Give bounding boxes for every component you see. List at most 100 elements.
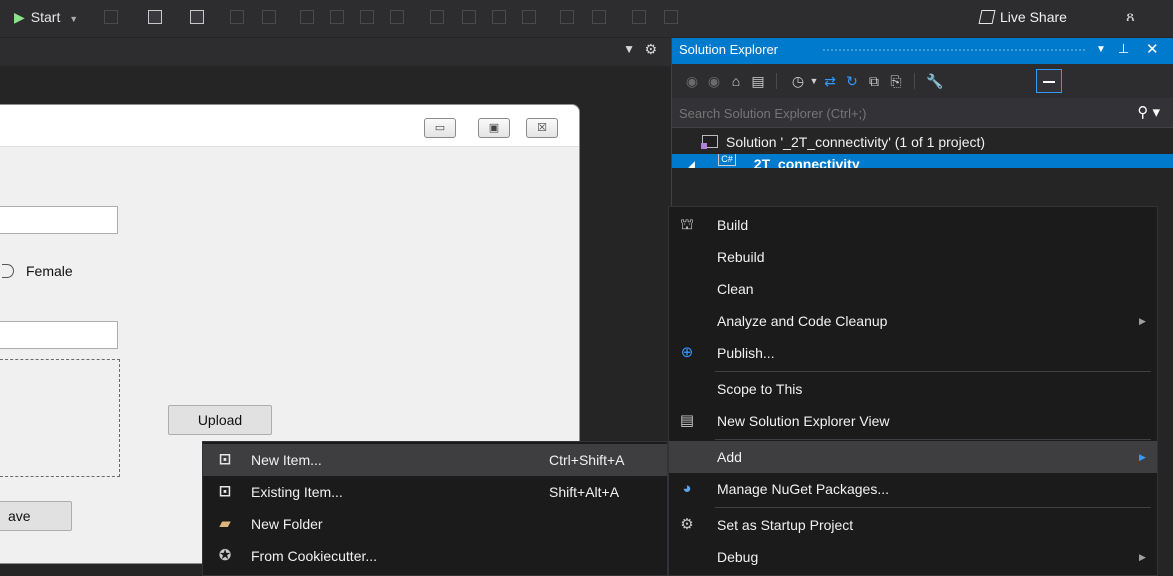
home-icon[interactable]: ⌂: [728, 73, 744, 89]
menu-item-clean[interactable]: Clean: [669, 273, 1157, 305]
radio-female[interactable]: Female: [2, 263, 73, 279]
form-title-bar: ▭ ▣ ☒: [0, 105, 579, 147]
project-node[interactable]: ◢ C# _2T_connectivity: [672, 154, 1173, 168]
save-button[interactable]: ave: [0, 501, 72, 531]
vertical-spacing-icon[interactable]: [592, 10, 606, 24]
solution-node-label: Solution '_2T_connectivity' (1 of 1 proj…: [726, 134, 986, 150]
menu-item-new-folder-label: New Folder: [251, 516, 323, 532]
browse-icon[interactable]: [148, 10, 162, 24]
menu-item-add[interactable]: Add ▶: [669, 441, 1157, 473]
align-right-icon[interactable]: [300, 10, 314, 24]
menu-item-new-item[interactable]: ⊡ New Item... Ctrl+Shift+A: [203, 444, 667, 476]
menu-item-publish[interactable]: ⊕ Publish...: [669, 337, 1157, 369]
cookiecutter-icon: ✪: [218, 547, 232, 564]
settings-gear-icon[interactable]: ⚙: [644, 41, 657, 58]
picture-box[interactable]: [0, 359, 120, 477]
menu-item-scope-to-this[interactable]: Scope to This: [669, 373, 1157, 405]
hot-reload-icon[interactable]: [104, 10, 118, 24]
solution-icon: [701, 135, 718, 149]
menu-item-from-cookiecutter[interactable]: ✪ From Cookiecutter...: [203, 540, 667, 572]
preview-selected-items-icon[interactable]: [1036, 69, 1062, 93]
properties-wrench-icon[interactable]: 🔧: [926, 73, 943, 89]
project-context-menu: ⛫ Build Rebuild Clean Analyze and Code C…: [668, 206, 1158, 576]
menu-item-debug-label: Debug: [717, 549, 759, 565]
make-same-width-icon[interactable]: [430, 10, 444, 24]
designer-tab-bar: ▼ ⚙: [0, 38, 671, 66]
pending-changes-filter-icon[interactable]: ◷: [790, 73, 806, 89]
csharp-project-icon: C#: [718, 154, 736, 166]
title-grip: [822, 48, 1087, 53]
search-input[interactable]: [672, 98, 1132, 128]
sync-icon[interactable]: ⇄: [822, 73, 838, 89]
menu-item-analyze-and-code-cleanup[interactable]: Analyze and Code Cleanup ▶: [669, 305, 1157, 337]
menu-item-new-view-label: New Solution Explorer View: [717, 413, 890, 429]
menu-item-existing-item[interactable]: ⊡ Existing Item... Shift+Alt+A: [203, 476, 667, 508]
name-textbox[interactable]: [0, 206, 118, 234]
project-node-label: _2T_connectivity: [746, 156, 860, 168]
home-icon[interactable]: [190, 10, 204, 24]
tab-dropdown-icon[interactable]: ▼: [623, 42, 635, 56]
make-same-height-icon[interactable]: [462, 10, 476, 24]
size-to-grid-icon[interactable]: [522, 10, 536, 24]
gear-icon: ⚙: [680, 516, 694, 533]
menu-item-clean-label: Clean: [717, 281, 754, 297]
filter-dropdown-icon[interactable]: ▼: [806, 73, 822, 89]
play-icon: ▶: [14, 9, 25, 25]
maximize-icon[interactable]: ▣: [478, 118, 510, 138]
make-same-size-icon[interactable]: [492, 10, 506, 24]
menu-item-new-item-label: New Item...: [251, 452, 322, 468]
menu-item-analyze-label: Analyze and Code Cleanup: [717, 313, 888, 329]
second-textbox[interactable]: [0, 321, 118, 349]
build-icon: ⛫: [680, 216, 694, 233]
close-panel-icon[interactable]: ✕: [1146, 40, 1159, 58]
radio-female-label: Female: [26, 263, 73, 279]
live-share-button[interactable]: Live Share: [978, 9, 1067, 25]
switch-views-icon[interactable]: ▤: [750, 73, 766, 89]
start-dropdown-icon[interactable]: ▼: [69, 14, 78, 24]
pin-icon[interactable]: ⊥: [1118, 41, 1129, 57]
menu-item-new-solution-explorer-view[interactable]: ▤ New Solution Explorer View: [669, 405, 1157, 437]
solution-explorer-search[interactable]: ⚲ ▾: [672, 98, 1173, 128]
menu-item-add-label: Add: [717, 449, 742, 465]
toolbar-separator: [914, 73, 915, 89]
submenu-arrow-icon: ▶: [1139, 452, 1146, 462]
start-button[interactable]: ▶ Start ▼: [14, 9, 78, 26]
close-icon[interactable]: ☒: [526, 118, 558, 138]
align-left-icon[interactable]: [230, 10, 244, 24]
toolbar-separator: [776, 73, 777, 89]
center-vertically-icon[interactable]: [664, 10, 678, 24]
account-icon[interactable]: ጸ: [1126, 8, 1135, 25]
menu-item-build[interactable]: ⛫ Build: [669, 209, 1157, 241]
add-submenu: ⊡ New Item... Ctrl+Shift+A ⊡ Existing It…: [202, 441, 668, 576]
submenu-arrow-icon: ▶: [1139, 552, 1146, 562]
minimize-icon[interactable]: ▭: [424, 118, 456, 138]
live-share-label: Live Share: [1000, 9, 1067, 25]
menu-item-manage-nuget[interactable]: ◕ Manage NuGet Packages...: [669, 473, 1157, 505]
live-share-icon: [978, 10, 996, 24]
refresh-icon[interactable]: ↻: [844, 73, 860, 89]
menu-item-startup-label: Set as Startup Project: [717, 517, 854, 533]
collapse-all-icon[interactable]: ⧉: [866, 73, 882, 89]
menu-item-set-as-startup[interactable]: ⚙ Set as Startup Project: [669, 509, 1157, 541]
upload-button[interactable]: Upload: [168, 405, 272, 435]
align-top-icon[interactable]: [330, 10, 344, 24]
menu-item-debug[interactable]: Debug ▶: [669, 541, 1157, 573]
new-view-icon: ▤: [679, 412, 695, 429]
solution-node[interactable]: Solution '_2T_connectivity' (1 of 1 proj…: [672, 130, 1173, 154]
search-icon[interactable]: ⚲ ▾: [1137, 103, 1160, 121]
solution-explorer-title: Solution Explorer: [679, 42, 778, 57]
menu-item-new-folder[interactable]: ▰ New Folder: [203, 508, 667, 540]
align-bottom-icon[interactable]: [390, 10, 404, 24]
menu-separator: [715, 371, 1151, 372]
menu-separator: [715, 507, 1151, 508]
expand-icon[interactable]: ◢: [688, 158, 695, 168]
horizontal-spacing-icon[interactable]: [560, 10, 574, 24]
align-center-icon[interactable]: [262, 10, 276, 24]
center-horizontally-icon[interactable]: [632, 10, 646, 24]
back-icon[interactable]: ◉: [684, 73, 700, 89]
show-all-files-icon[interactable]: ⎘: [888, 73, 904, 89]
forward-icon[interactable]: ◉: [706, 73, 722, 89]
menu-item-rebuild[interactable]: Rebuild: [669, 241, 1157, 273]
align-middle-icon[interactable]: [360, 10, 374, 24]
window-dropdown-icon[interactable]: ▼: [1096, 44, 1106, 55]
